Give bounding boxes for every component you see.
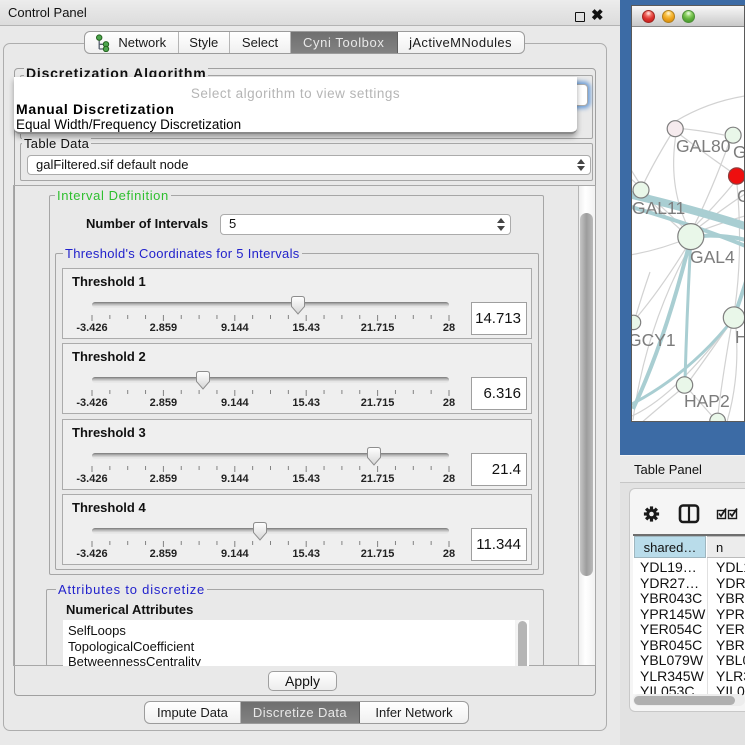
svg-text:HAP2: HAP2 xyxy=(684,391,730,411)
svg-text:GAL11: GAL11 xyxy=(632,198,685,218)
svg-text:C: C xyxy=(737,186,744,206)
svg-text:GCY1: GCY1 xyxy=(632,330,676,350)
svg-text:GA: GA xyxy=(733,142,744,162)
svg-text:GAL80: GAL80 xyxy=(676,136,731,156)
svg-text:GAL4: GAL4 xyxy=(690,247,735,267)
svg-text:H: H xyxy=(735,327,744,347)
